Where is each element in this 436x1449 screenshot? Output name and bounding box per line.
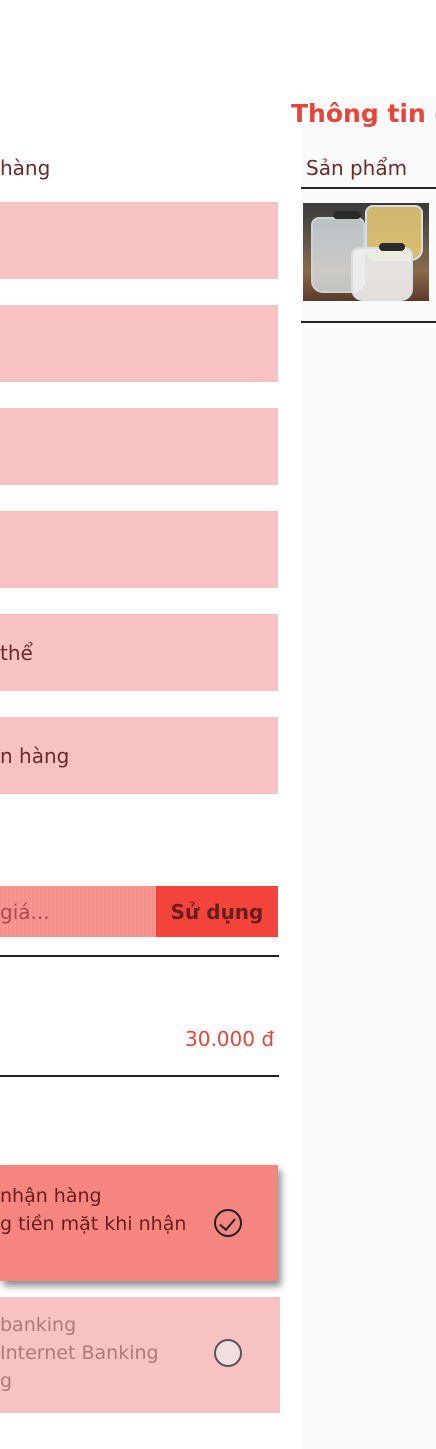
payment-option-banking-text: banking Internet Banking g [0,1311,200,1395]
mug-lid-icon [379,243,405,251]
coupon-placeholder: giá... [0,899,50,924]
coupon-input[interactable]: giá... [0,886,156,937]
address-detail-field[interactable]: thể [0,614,278,691]
mug-front-icon [351,247,413,301]
address-detail-field-value: thể [0,640,33,665]
product-thumbnail [303,203,429,301]
payment-option-cod-title: nhận hàng [0,1185,102,1207]
order-note-field[interactable]: n hàng [0,717,278,794]
phone-field[interactable] [0,305,278,382]
mug-lid-icon [333,211,361,219]
product-row-divider [301,321,436,323]
payment-option-banking[interactable]: banking Internet Banking g [0,1297,280,1413]
product-column-header: Sản phẩm [306,156,408,180]
payment-option-banking-desc: Internet Banking [0,1342,159,1364]
name-field[interactable] [0,202,278,279]
payment-option-banking-title: banking [0,1314,77,1336]
payment-option-cod[interactable]: nhận hàng g tiền mặt khi nhận [0,1165,278,1281]
checkmark-icon [219,1213,236,1232]
payment-option-cod-text: nhận hàng g tiền mặt khi nhận [0,1182,200,1238]
divider [0,1075,279,1077]
email-field[interactable] [0,408,278,485]
check-circle-icon[interactable] [214,1209,242,1237]
radio-empty-icon[interactable] [214,1339,242,1367]
order-note-field-value: n hàng [0,743,70,768]
order-summary-title: Thông tin đ [291,99,436,128]
shipping-info-label: hàng [0,156,51,180]
divider [0,955,279,957]
header-underline [301,187,436,189]
apply-coupon-button[interactable]: Sử dụng [156,886,278,937]
shipping-fee-value: 30.000 đ [185,1027,275,1051]
address-field[interactable] [0,511,278,588]
payment-option-banking-desc-2: g [0,1370,13,1392]
payment-option-cod-desc: g tiền mặt khi nhận [0,1213,187,1235]
